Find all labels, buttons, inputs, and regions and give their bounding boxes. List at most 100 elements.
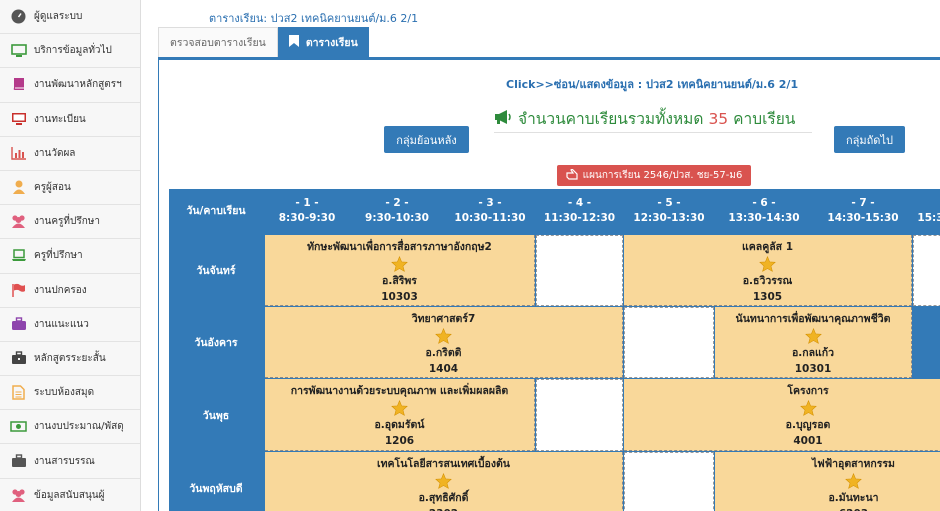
course-subject: เทคโนโลยีสารสนเทศเบื้องต้น bbox=[377, 458, 510, 470]
empty-slot bbox=[624, 452, 714, 511]
tab-schedule[interactable]: ตารางเรียน bbox=[277, 27, 369, 57]
day-name: วันพุธ bbox=[202, 409, 230, 422]
sidebar-item-5[interactable]: ครูผู้สอน bbox=[0, 171, 140, 206]
sidebar-item-label: ครูที่ปรึกษา bbox=[34, 250, 83, 262]
course-block[interactable]: โครงการ อ.บุญรอด 4001 bbox=[624, 379, 940, 451]
next-group-button[interactable]: กลุ่มถัดไป bbox=[834, 126, 905, 153]
period-number: - 2 - bbox=[385, 197, 409, 209]
sidebar-item-label: งานพัฒนาหลักสูตรฯ bbox=[34, 79, 122, 91]
laptop-icon bbox=[10, 248, 27, 263]
day-label: วันพุธ bbox=[169, 379, 263, 451]
sidebar-item-label: งานแนะแนว bbox=[34, 318, 89, 330]
empty-slot bbox=[536, 379, 623, 451]
course-teacher: อ.บุญรอด bbox=[785, 419, 831, 431]
archive-icon bbox=[10, 454, 27, 469]
sidebar-item-10[interactable]: หลักสูตรระยะสั้น bbox=[0, 342, 140, 377]
sidebar-item-0[interactable]: ผู้ดูแลระบบ bbox=[0, 0, 140, 35]
period-number: - 6 - bbox=[752, 197, 776, 209]
period-header: - 4 - 11:30-12:30 bbox=[536, 189, 623, 233]
sidebar-item-9[interactable]: งานแนะแนว bbox=[0, 308, 140, 342]
period-header: - 8 -15:30-16:30 bbox=[913, 189, 940, 233]
sidebar-item-label: งานวัดผล bbox=[34, 147, 76, 159]
course-room: 10301 bbox=[794, 363, 832, 375]
tab-label: ตรวจสอบตารางเรียน bbox=[170, 37, 266, 49]
empty-slot bbox=[536, 235, 623, 306]
day-name: วันจันทร์ bbox=[196, 265, 236, 277]
course-block[interactable]: ทักษะพัฒนาเพื่อการสื่อสารภาษาอังกฤษ2 อ.สิ… bbox=[265, 235, 535, 306]
period-time: 8:30-9:30 bbox=[278, 212, 336, 224]
money-icon bbox=[10, 419, 27, 434]
period-number: - 4 - bbox=[567, 197, 592, 209]
course-subject: วิทยาศาสตร์7 bbox=[411, 313, 476, 325]
flag-icon bbox=[10, 283, 27, 298]
sidebar-item-11[interactable]: ระบบห้องสมุด bbox=[0, 376, 140, 411]
period-header: - 7 - 14:30-15:30 bbox=[814, 189, 912, 233]
sidebar-item-13[interactable]: งานสารบรรณ bbox=[0, 444, 140, 479]
sidebar-item-4[interactable]: งานวัดผล bbox=[0, 137, 140, 171]
sidebar-item-label: หลักสูตรระยะสั้น bbox=[34, 352, 106, 364]
period-time: 14:30-15:30 bbox=[827, 212, 899, 224]
course-block[interactable]: เทคโนโลยีสารสนเทศเบื้องต้นอ.สุทธิศักดิ์ 2… bbox=[265, 452, 623, 511]
sidebar-item-3[interactable]: งานทะเบียน bbox=[0, 103, 140, 137]
day-label: วันอังคาร bbox=[169, 307, 263, 378]
course-block[interactable]: ไฟฟ้าอุตสาหกรรมอ.มันทะนา 6203 bbox=[715, 452, 940, 511]
sidebar-item-2[interactable]: งานพัฒนาหลักสูตรฯ bbox=[0, 68, 140, 103]
period-header: - 3 - 10:30-11:30 bbox=[445, 189, 535, 233]
day-name: วันอังคาร bbox=[194, 337, 238, 349]
course-room: 10303 bbox=[381, 291, 418, 303]
star-icon bbox=[799, 399, 817, 417]
bookmark-icon bbox=[288, 34, 299, 50]
sidebar-item-label: ผู้ดูแลระบบ bbox=[34, 11, 83, 23]
sidebar-item-label: ครูผู้สอน bbox=[34, 182, 71, 194]
corner-label: วัน/คาบเรียน bbox=[186, 204, 246, 217]
sidebar-item-label: งานปกครอง bbox=[34, 284, 87, 296]
bar-chart-icon bbox=[10, 146, 27, 161]
day-name: วันพฤหัสบดี bbox=[189, 482, 243, 495]
star-icon bbox=[804, 327, 822, 345]
toggle-info-link[interactable]: Click>>ซ่อน/แสดงข้อมูล : ปวส2 เทคนิคยานย… bbox=[506, 75, 798, 93]
course-subject: แคลคูลัส 1 bbox=[741, 241, 794, 253]
star-icon bbox=[391, 255, 408, 273]
total-periods: จำนวนคาบเรียนรวมทั้งหมด 35 คาบเรียน bbox=[494, 105, 812, 133]
course-block[interactable]: การพัฒนางานด้วยระบบคุณภาพ และเพิ่มผลผลิต… bbox=[265, 379, 535, 451]
sidebar-item-label: งานสารบรรณ bbox=[34, 455, 95, 467]
period-time: 10:30-11:30 bbox=[454, 212, 526, 224]
course-room: 6203 bbox=[839, 506, 868, 511]
course-teacher: อ.ธวิวรรณ bbox=[742, 275, 793, 287]
sidebar-item-12[interactable]: งานงบประมาณ/พัสดุ bbox=[0, 410, 140, 445]
day-label: วันจันทร์ bbox=[169, 235, 263, 306]
period-time: 11:30-12:30 bbox=[543, 212, 616, 224]
period-header: - 2 - 9:30-10:30 bbox=[350, 189, 444, 233]
tachometer-icon bbox=[10, 9, 27, 24]
corner-header: วัน/คาบเรียน bbox=[169, 189, 263, 233]
course-block[interactable]: วิทยาศาสตร์7 อ.กริตติ 1404 bbox=[265, 307, 623, 378]
course-subject: การพัฒนางานด้วยระบบคุณภาพ และเพิ่มผลผลิต bbox=[290, 385, 509, 397]
sidebar-item-label: งานทะเบียน bbox=[34, 113, 86, 125]
tab-label: ตารางเรียน bbox=[305, 36, 358, 49]
sidebar-item-7[interactable]: ครูที่ปรึกษา bbox=[0, 239, 140, 274]
suitcase-icon bbox=[10, 317, 27, 332]
course-teacher: อ.มันทะนา bbox=[828, 492, 879, 504]
file-icon bbox=[10, 385, 27, 400]
breadcrumb: ตารางเรียน: ปวส2 เทคนิคยานยนต์/ม.6 2/1 bbox=[209, 12, 419, 25]
sidebar-item-label: บริการข้อมูลทั่วไป bbox=[34, 45, 112, 57]
course-subject: นันทนาการเพื่อพัฒนาคุณภาพชีวิต bbox=[735, 313, 891, 325]
previous-group-button[interactable]: กลุ่มย้อนหลัง bbox=[384, 126, 469, 153]
sidebar-item-1[interactable]: บริการข้อมูลทั่วไป bbox=[0, 34, 140, 69]
course-room: 1305 bbox=[752, 291, 783, 303]
sidebar-item-14[interactable]: ข้อมูลสนับสนุนผู้ bbox=[0, 479, 140, 511]
book-icon bbox=[10, 77, 27, 92]
course-subject: ไฟฟ้าอุตสาหกรรม bbox=[812, 458, 895, 470]
plan-badge: แผนการเรียน 2546/ปวส. ชย-57-ม6 bbox=[557, 165, 751, 186]
sidebar-item-6[interactable]: งานครูที่ปรึกษา bbox=[0, 205, 140, 240]
course-block[interactable]: นันทนาการเพื่อพัฒนาคุณภาพชีวิต อ.กลแก้ว 10… bbox=[715, 307, 912, 378]
megaphone-icon bbox=[494, 109, 512, 129]
tab-check-schedule[interactable]: ตรวจสอบตารางเรียน bbox=[158, 27, 278, 57]
total-prefix: จำนวนคาบเรียนรวมทั้งหมด bbox=[518, 110, 704, 128]
course-block[interactable]: แคลคูลัส 1 อ.ธวิวรรณ 1305 bbox=[624, 235, 912, 306]
course-teacher: อ.กริตติ bbox=[425, 347, 462, 359]
hand-pointer-icon bbox=[566, 167, 578, 183]
star-icon bbox=[845, 472, 862, 490]
sidebar-item-8[interactable]: งานปกครอง bbox=[0, 274, 140, 308]
sidebar-item-label: ข้อมูลสนับสนุนผู้ bbox=[34, 489, 105, 501]
